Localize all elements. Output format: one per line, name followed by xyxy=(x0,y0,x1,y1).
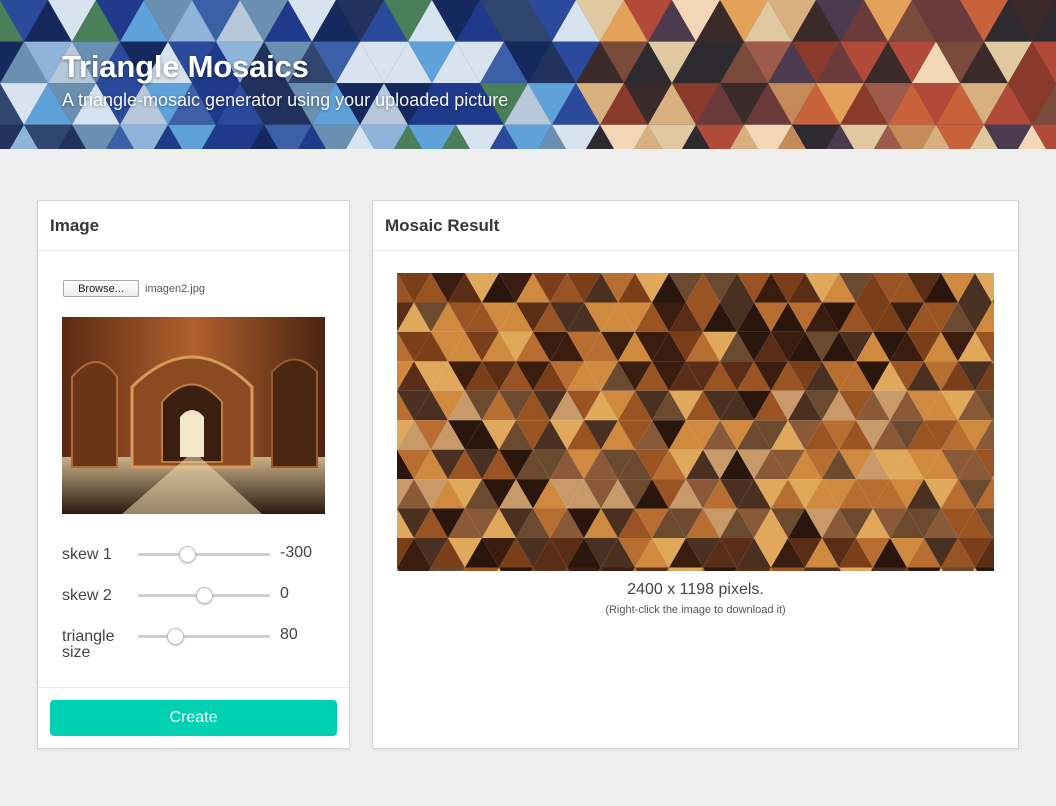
mosaic-result-image[interactable] xyxy=(397,273,994,571)
create-button[interactable]: Create xyxy=(50,700,337,736)
slider-label: skew 2 xyxy=(62,587,112,604)
hero-banner: Triangle Mosaics A triangle-mosaic gener… xyxy=(0,0,1056,149)
triangle-size-slider-thumb[interactable] xyxy=(166,628,184,645)
slider-label: triangle size xyxy=(62,628,115,661)
browse-button[interactable]: Browse... xyxy=(63,280,139,297)
slider-value: 80 xyxy=(280,626,298,643)
slider-value: 0 xyxy=(280,585,289,602)
hero-text: Triangle Mosaics A triangle-mosaic gener… xyxy=(62,47,508,111)
file-input: Browse... imagen2.jpg xyxy=(63,280,205,297)
image-panel-header: Image xyxy=(38,201,349,251)
download-hint-text: (Right-click the image to download it) xyxy=(605,604,786,616)
triangle-size-slider-track[interactable] xyxy=(138,628,270,645)
skew-2-slider-track[interactable] xyxy=(138,587,270,604)
skew-1-slider-track[interactable] xyxy=(138,546,270,563)
page-subtitle: A triangle-mosaic generator using your u… xyxy=(62,90,509,110)
slider-value: -300 xyxy=(280,544,313,561)
file-name-label: imagen2.jpg xyxy=(145,282,205,295)
page-title: Triangle Mosaics xyxy=(62,49,309,84)
skew-1-slider-thumb[interactable] xyxy=(178,546,196,563)
image-panel-footer: Create xyxy=(38,687,349,749)
result-panel-header: Mosaic Result xyxy=(373,201,1018,251)
skew-2-slider-thumb[interactable] xyxy=(196,587,213,604)
result-panel: Mosaic Result 2400 x 1198 pixels. (Right… xyxy=(372,200,1019,749)
image-panel: Image Browse... imagen2.jpg skew 1 -300 … xyxy=(37,200,350,749)
result-size-text: 2400 x 1198 pixels. xyxy=(627,581,764,598)
slider-label: skew 1 xyxy=(62,546,112,563)
uploaded-image-preview xyxy=(62,317,325,514)
